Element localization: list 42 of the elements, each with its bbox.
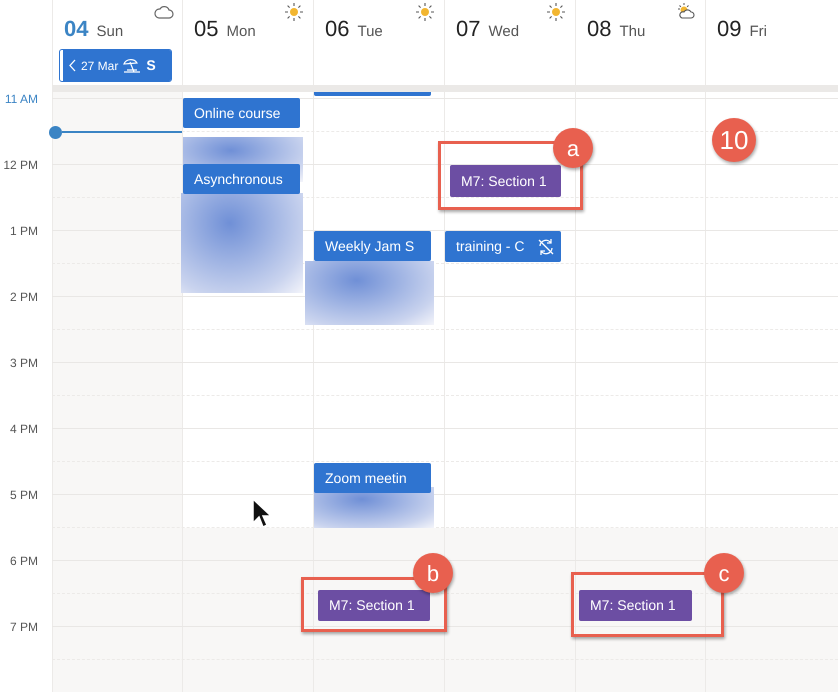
day-number: 06 (325, 15, 350, 43)
sun-icon (284, 2, 304, 22)
beach-umbrella-icon (123, 58, 142, 74)
calendar-event[interactable]: M7: Section 1 (579, 590, 692, 621)
weekday-label: Sun (96, 22, 124, 42)
weekday-label: Thu (619, 22, 646, 42)
chevron-left-icon (69, 59, 76, 72)
sync-icon (537, 238, 555, 256)
hour-label: 1 PM (10, 223, 38, 240)
calendar-event[interactable]: Weekly Jam S (314, 231, 431, 261)
hour-label: 7 PM (10, 619, 38, 636)
event-title: S (146, 56, 156, 75)
sun-icon (546, 2, 566, 22)
weekday-label: Wed (488, 22, 520, 42)
hour-label: 3 PM (10, 355, 38, 372)
hour-label: 11 AM (4, 91, 38, 108)
hour-label: 4 PM (10, 421, 38, 438)
all-day-event[interactable]: 27 Mar S (60, 50, 171, 81)
hour-label: 6 PM (10, 553, 38, 570)
weekday-label: Fri (749, 22, 767, 42)
day-number: 04 (64, 15, 88, 43)
calendar-event[interactable]: Zoom meetin (314, 463, 431, 493)
callout-badge: 10 (712, 118, 756, 162)
sun-icon (415, 2, 435, 22)
day-number: 05 (194, 15, 218, 43)
cloud-icon (154, 5, 174, 19)
calendar-event[interactable]: M7: Section 1 (450, 165, 561, 197)
weekday-label: Tue (357, 22, 383, 42)
day-number: 07 (456, 15, 480, 43)
calendar-event[interactable]: Online course (183, 98, 300, 128)
calendar-event[interactable]: Asynchronous (183, 164, 300, 194)
hour-label: 2 PM (10, 289, 38, 306)
day-number: 08 (587, 15, 612, 43)
event-block[interactable] (314, 92, 431, 96)
calendar-event[interactable]: M7: Section 1 (318, 590, 430, 621)
weekday-label: Mon (226, 22, 256, 42)
hour-label: 12 PM (3, 157, 38, 174)
event-date: 27 Mar (81, 58, 118, 74)
calendar-event[interactable]: training - C (445, 231, 561, 262)
callout-badge: a (553, 128, 593, 168)
day-number: 09 (717, 15, 742, 43)
hour-label: 5 PM (10, 487, 38, 504)
